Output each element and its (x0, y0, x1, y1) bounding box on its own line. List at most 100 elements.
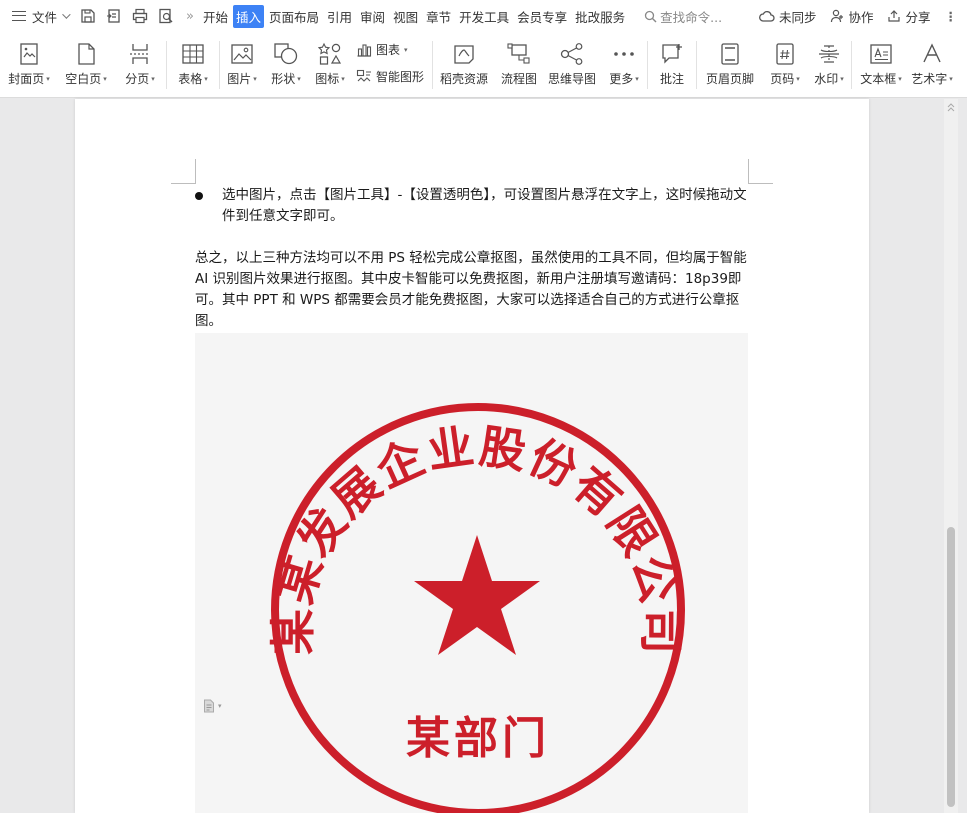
more-dots-icon (610, 40, 638, 68)
paragraph-layout-toggle[interactable]: ▾ (203, 699, 222, 713)
share-button[interactable]: 分享 (887, 7, 931, 26)
cover-page-label: 封面页 (8, 72, 45, 86)
bullet-paragraph[interactable]: 选中图片，点击【图片工具】-【设置透明色】，可设置图片悬浮在文字上，这时候拖动文… (195, 185, 749, 227)
more-vertical-icon[interactable]: ⋮ (945, 9, 958, 24)
picture-button[interactable]: 图片 ▾ (220, 32, 264, 97)
tab-member[interactable]: 会员专享 (514, 5, 570, 28)
scrollbar-thumb[interactable] (947, 527, 955, 807)
dropdown-arrow-icon: ▾ (949, 75, 953, 83)
mindmap-label: 思维导图 (547, 72, 596, 86)
mindmap-button[interactable]: 思维导图 (543, 32, 601, 97)
shapes-button[interactable]: 形状 ▾ (264, 32, 308, 97)
cloud-icon (759, 10, 775, 22)
picture-icon (228, 40, 256, 68)
flowchart-icon (505, 40, 533, 68)
bar-chart-icon (357, 43, 372, 57)
dropdown-arrow-icon: ▾ (404, 45, 408, 54)
docer-resources-button[interactable]: 稻壳资源 (433, 32, 495, 97)
more-label: 更多 (609, 72, 634, 86)
tab-correction[interactable]: 批改服务 (572, 5, 628, 28)
vertical-scrollbar[interactable] (944, 99, 958, 813)
more-button[interactable]: 更多 ▾ (601, 32, 647, 97)
seal-star-icon (414, 535, 540, 655)
word-art-button[interactable]: 艺术字 ▾ (910, 32, 954, 97)
dropdown-arrow-icon: ▾ (297, 75, 301, 83)
text-box-label: 文本框 (860, 72, 897, 86)
page-number-button[interactable]: 页码 ▾ (763, 32, 807, 97)
document-icon (204, 699, 214, 713)
crop-mark (195, 159, 196, 184)
text-box-button[interactable]: 文本框 ▾ (852, 32, 910, 97)
dropdown-arrow-icon: ▾ (103, 75, 107, 83)
seal-department: 某部门 (406, 713, 550, 764)
summary-paragraph[interactable]: 总之，以上三种方法均可以不用 PS 轻松完成公章抠图，虽然使用的工具不同，但均属… (195, 248, 749, 332)
insert-ribbon: 封面页 ▾ 空白页 ▾ 分页 ▾ 表格 ▾ 图片 ▾ 形状 ▾ 图标 ▾ 图表 … (0, 32, 967, 98)
comment-icon (658, 40, 686, 68)
command-search[interactable]: 查找命令... (644, 7, 722, 26)
page-break-icon (126, 40, 154, 68)
watermark-icon (815, 40, 843, 68)
header-footer-button[interactable]: 页眉页脚 (697, 32, 763, 97)
blank-page-button[interactable]: 空白页 ▾ (58, 32, 114, 97)
blank-page-label: 空白页 (65, 72, 102, 86)
flowchart-button[interactable]: 流程图 (495, 32, 543, 97)
header-footer-icon (716, 40, 744, 68)
dropdown-arrow-icon: ▾ (635, 75, 639, 83)
document-page[interactable]: 选中图片，点击【图片工具】-【设置透明色】，可设置图片悬浮在文字上，这时候拖动文… (75, 99, 869, 813)
dropdown-arrow-icon: ▾ (898, 75, 902, 83)
print-icon[interactable] (130, 6, 150, 26)
cover-page-icon (15, 40, 43, 68)
collaborate-button[interactable]: 协作 (830, 7, 873, 26)
watermark-button[interactable]: 水印 ▾ (807, 32, 851, 97)
cover-page-button[interactable]: 封面页 ▾ (0, 32, 58, 97)
chart-label: 图表 (376, 43, 401, 57)
bullet-icon (195, 192, 203, 200)
comment-button[interactable]: 批注 (648, 32, 696, 97)
watermark-label: 水印 (814, 72, 839, 86)
icons-button[interactable]: 图标 ▾ (308, 32, 352, 97)
smart-graphic-button[interactable]: 智能图形 (356, 68, 432, 85)
search-icon (644, 10, 657, 22)
ribbon-tabs: 开始 插入 页面布局 引用 审阅 视图 章节 开发工具 会员专享 批改服务 (200, 4, 630, 28)
print-preview-icon[interactable] (156, 6, 176, 26)
docer-resources-icon (450, 40, 478, 68)
docer-resources-label: 稻壳资源 (439, 72, 488, 86)
export-pdf-icon[interactable] (104, 6, 124, 26)
flowchart-label: 流程图 (500, 72, 537, 86)
sync-label: 未同步 (778, 9, 817, 25)
tab-references[interactable]: 引用 (324, 5, 355, 28)
bullet-text: 选中图片，点击【图片工具】-【设置透明色】，可设置图片悬浮在文字上，这时候拖动文… (222, 187, 747, 224)
tab-developer[interactable]: 开发工具 (456, 5, 512, 28)
crop-mark (748, 159, 749, 184)
company-seal-graphic: 某某发展企业股份有限公司 某部门 (266, 403, 686, 813)
dropdown-arrow-icon: ▾ (341, 75, 345, 83)
comment-label: 批注 (659, 72, 684, 86)
page-break-label: 分页 (125, 72, 150, 86)
tab-home[interactable]: 开始 (200, 5, 231, 28)
page-break-button[interactable]: 分页 ▾ (114, 32, 166, 97)
tab-review[interactable]: 审阅 (357, 5, 388, 28)
save-icon[interactable] (78, 6, 98, 26)
tab-view[interactable]: 视图 (390, 5, 421, 28)
scroll-up-icon[interactable] (947, 103, 955, 113)
stamp-image[interactable]: 某某发展企业股份有限公司 某部门 (195, 333, 748, 813)
tab-insert[interactable]: 插入 (233, 4, 265, 28)
word-art-label: 艺术字 (911, 72, 948, 86)
title-actions: 未同步 协作 分享 ⋮ (759, 7, 967, 26)
dropdown-arrow-icon: ▾ (840, 75, 844, 83)
table-button[interactable]: 表格 ▾ (167, 32, 219, 97)
crop-mark (171, 183, 196, 184)
page-number-icon (771, 40, 799, 68)
sync-status-button[interactable]: 未同步 (759, 7, 817, 26)
more-chevron-icon[interactable]: » (180, 9, 198, 24)
blank-page-icon (72, 40, 100, 68)
document-body[interactable]: 选中图片，点击【图片工具】-【设置透明色】，可设置图片悬浮在文字上，这时候拖动文… (195, 185, 749, 332)
header-footer-label: 页眉页脚 (705, 72, 754, 86)
smart-graphic-label: 智能图形 (376, 70, 425, 84)
tab-section[interactable]: 章节 (423, 5, 454, 28)
table-label: 表格 (178, 72, 203, 86)
shapes-label: 形状 (271, 72, 296, 86)
tab-page-layout[interactable]: 页面布局 (266, 5, 322, 28)
chart-button[interactable]: 图表 ▾ (356, 41, 432, 58)
file-menu[interactable]: 文件 (0, 4, 74, 28)
